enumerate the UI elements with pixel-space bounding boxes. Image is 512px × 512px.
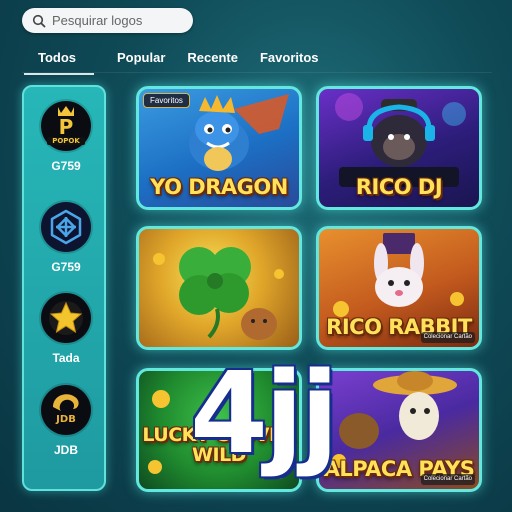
search-icon bbox=[32, 14, 46, 28]
provider-item-jdb[interactable]: JDB JDB bbox=[24, 385, 108, 457]
game-card-yo-dragon[interactable]: Favoritos YO DRAGON bbox=[136, 86, 302, 210]
popok-logo-text: POPOK bbox=[52, 137, 80, 145]
watermark-text: 4jj bbox=[190, 349, 339, 479]
tab-recente[interactable]: Recente bbox=[187, 50, 238, 72]
svg-text:P: P bbox=[59, 115, 74, 139]
tab-favoritos[interactable]: Favoritos bbox=[260, 50, 319, 72]
jdb-logo-text: JDB bbox=[55, 414, 76, 425]
provider-label: G759 bbox=[51, 260, 81, 274]
search-input[interactable] bbox=[52, 13, 182, 28]
game-title: RICO DJ bbox=[355, 175, 443, 199]
tada-logo bbox=[41, 293, 91, 343]
collect-card-label[interactable]: Colecionar Cartão bbox=[420, 474, 475, 485]
game-card-alpaca-pays[interactable]: ALPACA PAYS Colecionar Cartão bbox=[316, 368, 482, 492]
game-card-rico-dj[interactable]: RICO DJ bbox=[316, 86, 482, 210]
provider-sidebar: P POPOK G759 G759 Tada JDB JDB bbox=[22, 85, 106, 491]
category-tabs: Todos Popular Recente Favoritos bbox=[22, 50, 319, 75]
search-bar[interactable] bbox=[22, 8, 193, 33]
popok-logo: P POPOK bbox=[41, 101, 91, 151]
tab-popular[interactable]: Popular bbox=[117, 50, 165, 72]
game-title: YO DRAGON bbox=[150, 175, 288, 199]
provider-item-tada[interactable]: Tada bbox=[24, 293, 108, 365]
g759-logo bbox=[41, 202, 91, 252]
provider-label: G759 bbox=[51, 159, 81, 173]
favorites-badge: Favoritos bbox=[143, 93, 190, 108]
game-card-rico-rabbit[interactable]: RICO RABBIT Colecionar Cartão bbox=[316, 226, 482, 350]
collect-card-label[interactable]: Colecionar Cartão bbox=[420, 332, 475, 343]
tab-todos[interactable]: Todos bbox=[22, 50, 94, 75]
provider-item-popok[interactable]: P POPOK G759 bbox=[24, 101, 108, 173]
provider-item-g759[interactable]: G759 bbox=[24, 202, 108, 274]
clover-art bbox=[153, 247, 284, 340]
game-card-clover[interactable] bbox=[136, 226, 302, 350]
tab-divider bbox=[22, 72, 492, 73]
provider-label: JDB bbox=[53, 443, 78, 457]
provider-label: Tada bbox=[52, 351, 80, 365]
jdb-logo: JDB bbox=[41, 385, 91, 435]
